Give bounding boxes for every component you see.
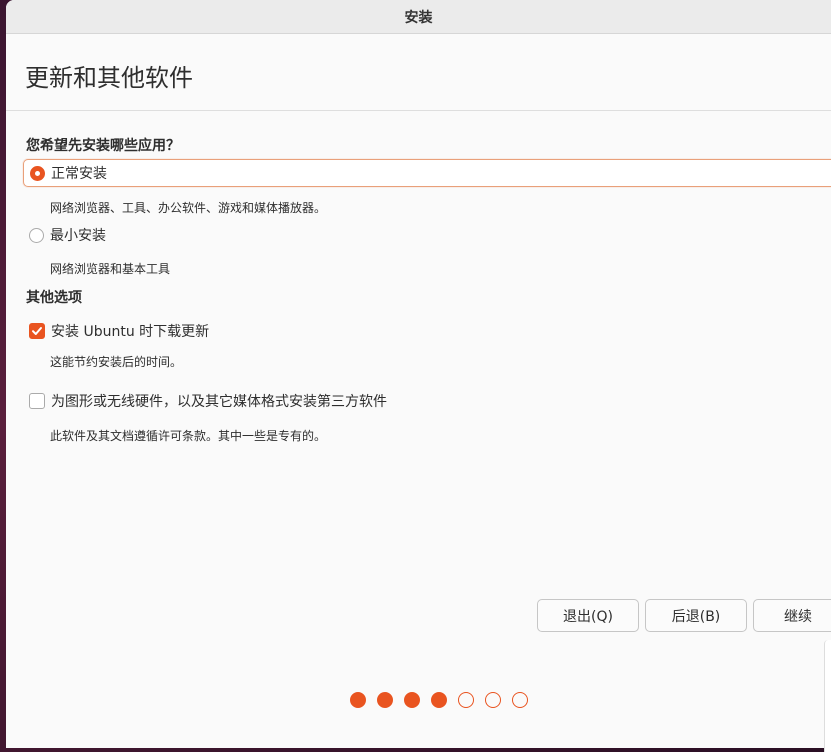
installer-window: 安装 更新和其他软件 您希望先安装哪些应用？ 正常安装 网络浏览器、工具、办公软…	[6, 0, 831, 748]
back-button[interactable]: 后退(B)	[645, 599, 747, 632]
checkbox-download-updates-label: 安装 Ubuntu 时下载更新	[51, 324, 210, 340]
progress-dots	[350, 692, 528, 708]
progress-dot-pending	[458, 692, 474, 708]
normal-install-description: 网络浏览器、工具、办公软件、游戏和媒体播放器。	[50, 201, 327, 215]
radio-unselected-icon[interactable]	[29, 227, 44, 243]
progress-dot-complete	[431, 692, 447, 708]
radio-normal-install[interactable]: 正常安装	[23, 159, 831, 187]
minimal-install-description: 网络浏览器和基本工具	[50, 262, 171, 276]
radio-selected-icon[interactable]	[30, 165, 45, 181]
continue-button[interactable]: 继续	[753, 599, 831, 632]
side-panel-edge	[824, 640, 831, 752]
other-options-title: 其他选项	[26, 290, 82, 306]
download-updates-description: 这能节约安装后的时间。	[50, 355, 183, 369]
window-titlebar: 安装	[6, 0, 831, 34]
radio-normal-install-label: 正常安装	[51, 166, 107, 182]
checkbox-third-party-software[interactable]: 为图形或无线硬件，以及其它媒体格式安装第三方软件	[23, 387, 387, 415]
quit-button[interactable]: 退出(Q)	[537, 599, 639, 632]
third-party-description: 此软件及其文档遵循许可条款。其中一些是专有的。	[50, 429, 327, 443]
checkbox-checked-icon[interactable]	[29, 323, 45, 339]
radio-minimal-install-label: 最小安装	[50, 228, 106, 244]
install-type-question: 您希望先安装哪些应用？	[26, 138, 180, 154]
progress-dot-complete	[377, 692, 393, 708]
page-title: 更新和其他软件	[25, 64, 193, 92]
window-title: 安装	[404, 9, 433, 26]
progress-dot-pending	[485, 692, 501, 708]
checkbox-third-party-label: 为图形或无线硬件，以及其它媒体格式安装第三方软件	[51, 394, 387, 410]
checkbox-download-updates[interactable]: 安装 Ubuntu 时下载更新	[23, 317, 209, 345]
page-header: 更新和其他软件	[6, 34, 831, 111]
progress-dot-complete	[404, 692, 420, 708]
checkbox-unchecked-icon[interactable]	[29, 393, 45, 409]
radio-minimal-install[interactable]: 最小安装	[23, 221, 106, 249]
progress-dot-pending	[512, 692, 528, 708]
progress-dot-complete	[350, 692, 366, 708]
